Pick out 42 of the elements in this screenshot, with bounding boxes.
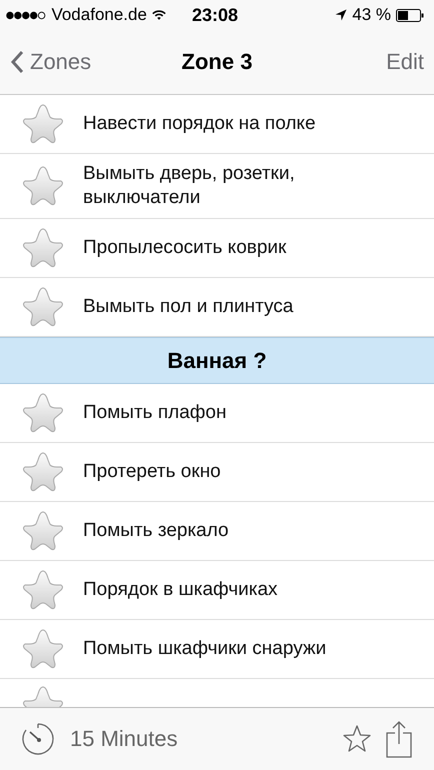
task-row[interactable]: Помыть зеркало bbox=[0, 502, 434, 561]
battery-icon bbox=[396, 8, 424, 22]
task-label: Помыть зеркало bbox=[83, 519, 230, 543]
star-icon bbox=[21, 165, 65, 207]
task-label: Помыть шкафчики снаружи bbox=[83, 637, 328, 661]
chevron-left-icon bbox=[10, 50, 24, 74]
task-label: Помыть плафон bbox=[83, 401, 228, 425]
task-label: Вымыть пол и плинтуса bbox=[83, 295, 294, 319]
task-label: Вымыть дверь, розетки, выключатели bbox=[83, 162, 296, 210]
star-icon bbox=[21, 392, 65, 434]
task-row[interactable]: Вымыть дверь, розетки, выключатели bbox=[0, 154, 434, 219]
task-row[interactable]: Помыть шкафчики снаружи bbox=[0, 620, 434, 679]
signal-icon bbox=[6, 10, 46, 20]
location-arrow-icon bbox=[335, 9, 348, 21]
star-icon bbox=[21, 510, 65, 552]
star-icon bbox=[21, 227, 65, 269]
star-icon bbox=[21, 451, 65, 493]
task-label: Порядок в шкафчиках bbox=[83, 578, 279, 602]
task-row[interactable]: Порядок в шкафчиках bbox=[0, 561, 434, 620]
share-icon[interactable] bbox=[386, 720, 412, 758]
star-icon bbox=[21, 628, 65, 670]
task-row[interactable]: Помыть плафон bbox=[0, 384, 434, 443]
battery-percent: 43 % bbox=[352, 5, 391, 25]
task-row[interactable]: Пропылесосить коврик bbox=[0, 219, 434, 278]
nav-title: Zone 3 bbox=[182, 49, 252, 75]
task-row[interactable]: Навести порядок на полке bbox=[0, 95, 434, 154]
task-label: Пропылесосить коврик bbox=[83, 236, 288, 260]
carrier-name: Vodafone.de bbox=[51, 5, 147, 25]
duration-label: 15 Minutes bbox=[70, 726, 178, 752]
wifi-icon bbox=[152, 9, 166, 21]
star-icon bbox=[21, 569, 65, 611]
task-label: Протереть окно bbox=[83, 460, 222, 484]
timer-icon[interactable] bbox=[20, 721, 56, 757]
star-icon bbox=[21, 103, 65, 145]
clock-time: 23:08 bbox=[192, 4, 238, 26]
star-icon bbox=[21, 286, 65, 328]
back-button[interactable]: Zones bbox=[10, 49, 92, 75]
task-label: Навести порядок на полке bbox=[83, 112, 317, 136]
task-row[interactable]: Протереть окно bbox=[0, 443, 434, 502]
section-header: Ванная ? bbox=[0, 337, 434, 384]
star-icon[interactable] bbox=[342, 724, 372, 754]
edit-button[interactable]: Edit bbox=[386, 49, 424, 75]
